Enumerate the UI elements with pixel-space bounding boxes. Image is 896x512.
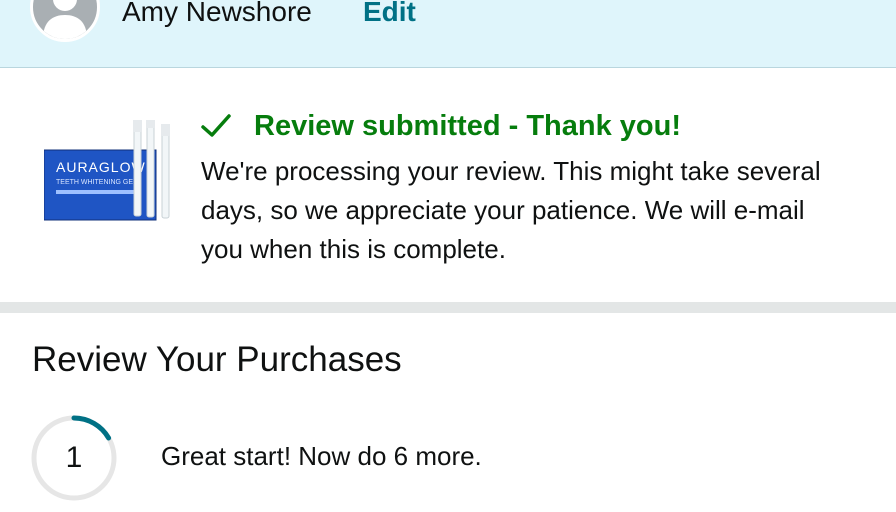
product-subtitle-text: TEETH WHITENING GEL — [56, 179, 137, 186]
product-image[interactable]: AURAGLOW TEETH WHITENING GEL — [43, 120, 179, 230]
section-title: Review Your Purchases — [32, 340, 402, 379]
section-divider — [0, 302, 896, 313]
progress-count: 1 — [65, 441, 83, 474]
progress-message: Great start! Now do 6 more. — [161, 441, 482, 471]
confirmation-message: We're processing your review. This might… — [201, 156, 821, 264]
check-icon — [201, 114, 231, 137]
edit-profile-link[interactable]: Edit — [363, 0, 416, 28]
profile-header: Amy Newshore Edit — [0, 0, 896, 68]
profile-name: Amy Newshore — [122, 0, 312, 27]
user-silhouette-icon — [43, 0, 87, 39]
success-title: Review submitted - Thank you! — [254, 110, 681, 142]
avatar[interactable] — [30, 0, 100, 42]
product-brand-text: AURAGLOW — [56, 159, 146, 175]
